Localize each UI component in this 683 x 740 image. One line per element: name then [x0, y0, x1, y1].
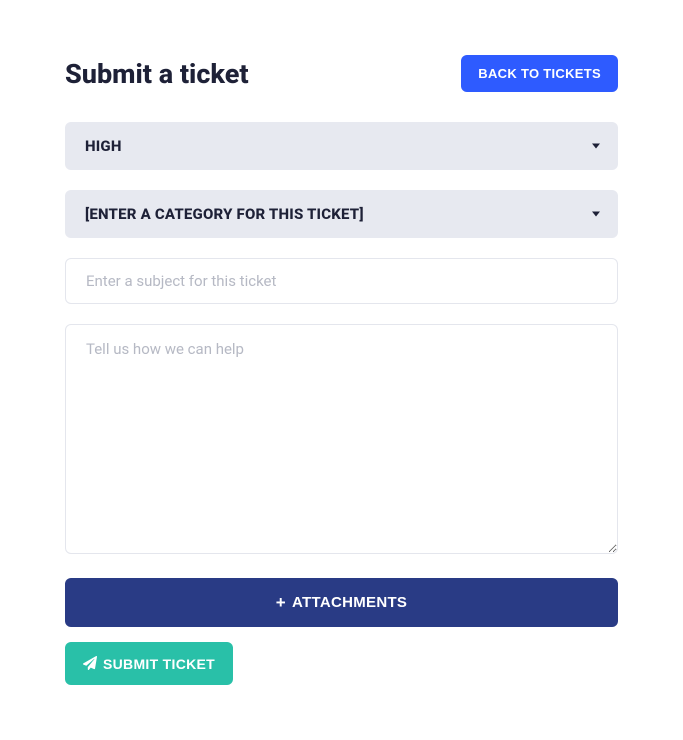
subject-input[interactable]: [65, 258, 618, 304]
submit-ticket-button[interactable]: SUBMIT TICKET: [65, 642, 233, 685]
submit-label: SUBMIT TICKET: [103, 656, 215, 672]
attachments-button[interactable]: + ATTACHMENTS: [65, 578, 618, 627]
paper-plane-icon: [83, 656, 97, 673]
description-textarea[interactable]: [65, 324, 618, 554]
priority-select[interactable]: HIGH: [65, 122, 618, 170]
page-title: Submit a ticket: [65, 58, 249, 90]
back-to-tickets-button[interactable]: BACK TO TICKETS: [461, 55, 618, 92]
category-select[interactable]: [ENTER A CATEGORY FOR THIS TICKET]: [65, 190, 618, 238]
header-row: Submit a ticket BACK TO TICKETS: [65, 55, 618, 92]
plus-icon: +: [276, 594, 286, 611]
priority-select-wrap: HIGH: [65, 122, 618, 170]
attachments-label: ATTACHMENTS: [292, 594, 407, 611]
category-select-wrap: [ENTER A CATEGORY FOR THIS TICKET]: [65, 190, 618, 238]
